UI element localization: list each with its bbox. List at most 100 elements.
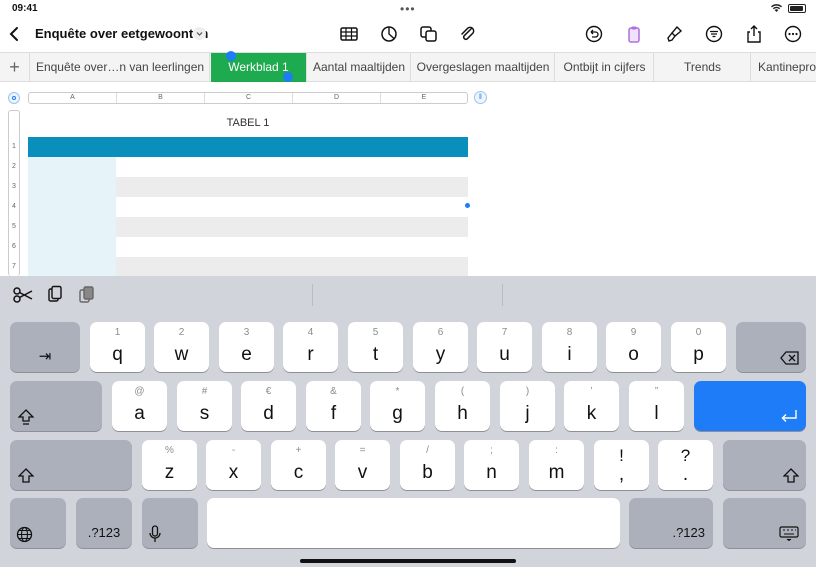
- tab-aantal-maaltijden[interactable]: Aantal maaltijden: [308, 53, 411, 82]
- key-u-label: u: [499, 344, 510, 365]
- key-h[interactable]: (h: [435, 381, 490, 431]
- row-header-7[interactable]: 7: [9, 263, 19, 270]
- key-x-alt: -: [231, 445, 236, 456]
- tab-overgeslagen-maaltijden[interactable]: Overgeslagen maaltijden: [412, 53, 555, 82]
- tab-kantinepro[interactable]: Kantinepro: [752, 53, 816, 82]
- key-w[interactable]: 2w: [154, 322, 209, 372]
- key-k-alt: ’: [590, 386, 593, 397]
- add-sheet-button[interactable]: +: [0, 53, 30, 82]
- table-header-row[interactable]: [28, 137, 468, 157]
- column-header-e[interactable]: E: [381, 93, 467, 103]
- row-header-5[interactable]: 5: [9, 223, 19, 230]
- tab-trends[interactable]: Trends: [655, 53, 751, 82]
- key-f[interactable]: & f: [306, 381, 361, 431]
- selection-handle-start[interactable]: [226, 51, 236, 61]
- key-y[interactable]: 6y: [413, 322, 468, 372]
- space-key[interactable]: [207, 498, 620, 548]
- key-z[interactable]: % z: [142, 440, 197, 490]
- table-title[interactable]: TABEL 1: [28, 117, 468, 129]
- key-n[interactable]: ; n: [464, 440, 519, 490]
- key-x-label: x: [228, 462, 239, 483]
- key-g[interactable]: * g: [370, 381, 425, 431]
- key-c[interactable]: + c: [271, 440, 326, 490]
- row-header-4[interactable]: 4: [9, 203, 19, 210]
- shift-icon: [18, 468, 34, 483]
- key-e[interactable]: 3e: [219, 322, 274, 372]
- key-t[interactable]: 5t: [348, 322, 403, 372]
- paste-style-button[interactable]: [623, 24, 645, 44]
- copy-button[interactable]: [45, 285, 65, 310]
- insert-chart-button[interactable]: [378, 24, 400, 44]
- key-o-label: o: [628, 344, 639, 365]
- table-row[interactable]: [116, 257, 468, 276]
- key-m-alt: :: [555, 445, 558, 456]
- left-shift-key[interactable]: [10, 440, 132, 490]
- format-button[interactable]: [663, 24, 685, 44]
- insert-media-button[interactable]: [457, 24, 479, 44]
- back-button[interactable]: [6, 24, 24, 44]
- home-indicator[interactable]: [300, 559, 516, 563]
- table-header-column[interactable]: [28, 157, 116, 276]
- more-button[interactable]: [782, 24, 804, 44]
- key-l[interactable]: ” l: [629, 381, 684, 431]
- cut-button[interactable]: [12, 285, 34, 310]
- select-all-button[interactable]: [8, 92, 20, 104]
- column-header-d[interactable]: D: [293, 93, 381, 103]
- key-a[interactable]: @ a: [112, 381, 167, 431]
- insert-table-button[interactable]: [338, 24, 360, 44]
- key-b[interactable]: / b: [400, 440, 455, 490]
- row-header-3[interactable]: 3: [9, 183, 19, 190]
- key-i[interactable]: 8i: [542, 322, 597, 372]
- column-header-b[interactable]: B: [117, 93, 205, 103]
- dictation-key[interactable]: [142, 498, 198, 548]
- hide-keyboard-key[interactable]: [723, 498, 806, 548]
- row-header-6[interactable]: 6: [9, 243, 19, 250]
- caps-lock-key[interactable]: [10, 381, 102, 431]
- key-x[interactable]: -x: [206, 440, 261, 490]
- organize-button[interactable]: [703, 24, 725, 44]
- tab-key[interactable]: ⇥: [10, 322, 80, 372]
- globe-key[interactable]: [10, 498, 66, 548]
- paste-button[interactable]: [77, 285, 97, 310]
- add-column-handle[interactable]: ǁ: [474, 91, 487, 104]
- key-r[interactable]: 4r: [283, 322, 338, 372]
- key-v[interactable]: = v: [335, 440, 390, 490]
- return-key[interactable]: [694, 381, 806, 431]
- row-header-2[interactable]: 2: [9, 163, 19, 170]
- key-q[interactable]: 1q: [90, 322, 145, 372]
- key-s[interactable]: # s: [177, 381, 232, 431]
- table-resize-handle[interactable]: [465, 203, 470, 208]
- ellipsis-circle-icon: [784, 25, 802, 43]
- undo-button[interactable]: [583, 24, 605, 44]
- right-shift-key[interactable]: [723, 440, 806, 490]
- key-d[interactable]: € d: [241, 381, 296, 431]
- column-header-a[interactable]: A: [29, 93, 117, 103]
- selection-handle-end[interactable]: [283, 72, 293, 82]
- key-m[interactable]: :m: [529, 440, 584, 490]
- key-comma[interactable]: !,: [594, 440, 649, 490]
- table-row[interactable]: [116, 217, 468, 237]
- chart-icon: [381, 26, 397, 42]
- key-u[interactable]: 7u: [477, 322, 532, 372]
- key-o[interactable]: 9o: [606, 322, 661, 372]
- numbers-key-right[interactable]: .?123: [629, 498, 713, 548]
- delete-key[interactable]: [736, 322, 806, 372]
- document-title[interactable]: Enquête over eetgewoonten: [35, 26, 208, 41]
- wifi-icon: [771, 4, 782, 12]
- title-menu-button[interactable]: [193, 27, 206, 40]
- table-row[interactable]: [116, 177, 468, 197]
- tab-ontbijt-in-cijfers[interactable]: Ontbijt in cijfers: [556, 53, 654, 82]
- share-button[interactable]: [743, 24, 765, 44]
- column-header-c[interactable]: C: [205, 93, 293, 103]
- key-j[interactable]: ) j: [500, 381, 555, 431]
- insert-shape-button[interactable]: [418, 24, 440, 44]
- numbers-key-left[interactable]: .?123: [76, 498, 132, 548]
- row-header-1[interactable]: 1: [9, 143, 19, 150]
- key-k[interactable]: ’ k: [564, 381, 619, 431]
- undo-icon: [585, 25, 603, 43]
- multitasking-dots[interactable]: •••: [400, 2, 416, 16]
- plus-icon: +: [9, 57, 20, 77]
- tab-enquete-leerlingen[interactable]: Enquête over…n van leerlingen: [31, 53, 210, 82]
- key-period[interactable]: ?.: [658, 440, 713, 490]
- key-p[interactable]: 0p: [671, 322, 726, 372]
